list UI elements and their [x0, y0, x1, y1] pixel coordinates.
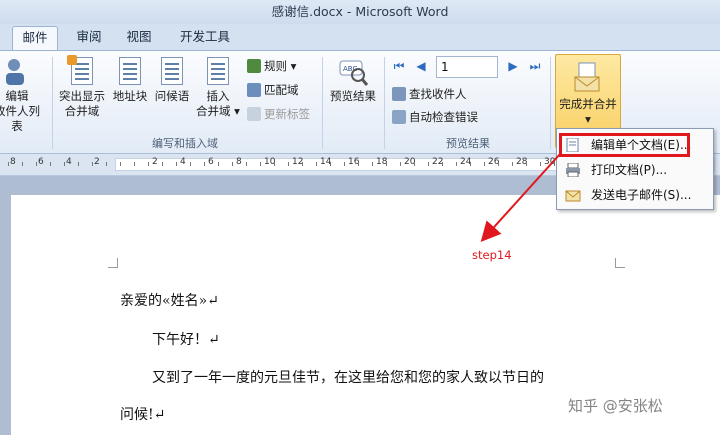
annotation-step-label: step14	[472, 248, 512, 262]
annotation-arrow	[480, 153, 561, 242]
watermark: 知乎 @安张松	[568, 397, 663, 415]
